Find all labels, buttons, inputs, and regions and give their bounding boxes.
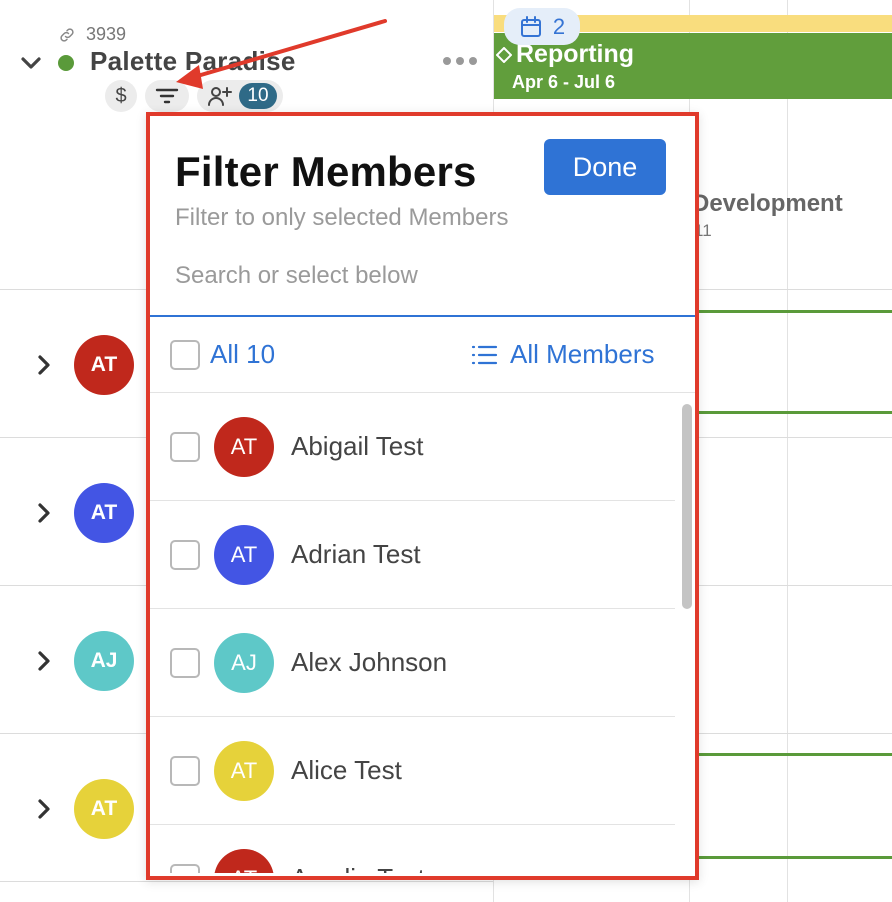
scrollbar-thumb[interactable] (682, 404, 692, 609)
member-name: Amelia Test (291, 863, 425, 873)
chevron-right-icon[interactable] (36, 354, 52, 376)
member-checkbox[interactable] (170, 432, 200, 462)
calendar-badge[interactable]: 2 (504, 8, 580, 45)
schedule-bar[interactable] (694, 753, 892, 756)
chevron-down-icon[interactable] (20, 54, 42, 72)
project-id-text: 3939 (86, 24, 127, 44)
member-checkbox[interactable] (170, 864, 200, 873)
divider (694, 733, 892, 734)
divider (694, 585, 892, 586)
divider (0, 881, 493, 882)
phase-title-development[interactable]: Development (692, 190, 843, 218)
list-item[interactable]: AT Amelia Test (150, 825, 675, 873)
select-all-label[interactable]: All 10 (210, 339, 275, 370)
members-button[interactable]: 10 (197, 80, 283, 112)
search-input[interactable] (175, 256, 670, 296)
filter-members-popover: Filter Members Done Filter to only selec… (146, 112, 699, 880)
diamond-icon (496, 46, 512, 63)
scrollbar[interactable] (680, 396, 694, 876)
all-members-label: All Members (510, 339, 655, 369)
project-name[interactable]: Palette Paradise (90, 46, 296, 77)
member-name: Abigail Test (291, 431, 424, 461)
more-icon[interactable] (443, 57, 479, 69)
grid-line (787, 0, 788, 902)
member-checkbox[interactable] (170, 540, 200, 570)
schedule-bar[interactable] (694, 856, 892, 859)
popover-title: Filter Members (175, 148, 477, 195)
member-avatar[interactable]: AJ (74, 631, 134, 691)
dollar-icon: $ (115, 84, 127, 107)
member-avatar: AJ (214, 633, 274, 693)
phase-dates: Apr 6 - Jul 6 (512, 72, 616, 92)
chevron-right-icon[interactable] (36, 650, 52, 672)
popover-subtitle: Filter to only selected Members (175, 204, 509, 231)
member-avatar[interactable]: AT (74, 483, 134, 543)
chevron-right-icon[interactable] (36, 798, 52, 820)
link-icon (60, 27, 74, 42)
calendar-icon (520, 15, 541, 37)
member-avatar[interactable]: AT (74, 779, 134, 839)
calendar-count: 2 (552, 13, 566, 39)
member-avatar[interactable]: AT (74, 335, 134, 395)
member-avatar: AT (214, 849, 274, 873)
project-id: 3939 (58, 24, 126, 45)
divider (694, 289, 892, 290)
member-checkbox[interactable] (170, 756, 200, 786)
add-member-icon (208, 87, 232, 106)
member-checkbox[interactable] (170, 648, 200, 678)
budget-button[interactable]: $ (105, 80, 137, 112)
done-button[interactable]: Done (544, 139, 666, 195)
member-name: Alex Johnson (291, 647, 448, 677)
all-members-toggle[interactable]: All Members (470, 339, 654, 370)
select-all-row: All 10 All Members (150, 317, 695, 393)
list-item[interactable]: AT Alice Test (150, 717, 675, 825)
member-name: Adrian Test (291, 539, 421, 569)
member-avatar: AT (214, 741, 274, 801)
chevron-right-icon[interactable] (36, 502, 52, 524)
list-icon (471, 345, 498, 364)
schedule-bar[interactable] (694, 411, 892, 414)
filter-icon (155, 88, 179, 104)
select-all-checkbox[interactable] (170, 340, 200, 370)
member-avatar: AT (214, 525, 274, 585)
list-item[interactable]: AT Abigail Test (150, 393, 675, 501)
list-item[interactable]: AT Adrian Test (150, 501, 675, 609)
project-actions: $ 10 (105, 80, 283, 112)
member-count-badge: 10 (239, 83, 277, 109)
project-status-dot (58, 55, 74, 71)
member-name: Alice Test (291, 755, 402, 785)
filter-button[interactable] (145, 80, 189, 112)
schedule-bar[interactable] (694, 310, 892, 313)
member-list: AT Abigail Test AT Adrian Test AJ Alex J… (150, 393, 680, 873)
divider (694, 437, 892, 438)
list-item[interactable]: AJ Alex Johnson (150, 609, 675, 717)
member-avatar: AT (214, 417, 274, 477)
